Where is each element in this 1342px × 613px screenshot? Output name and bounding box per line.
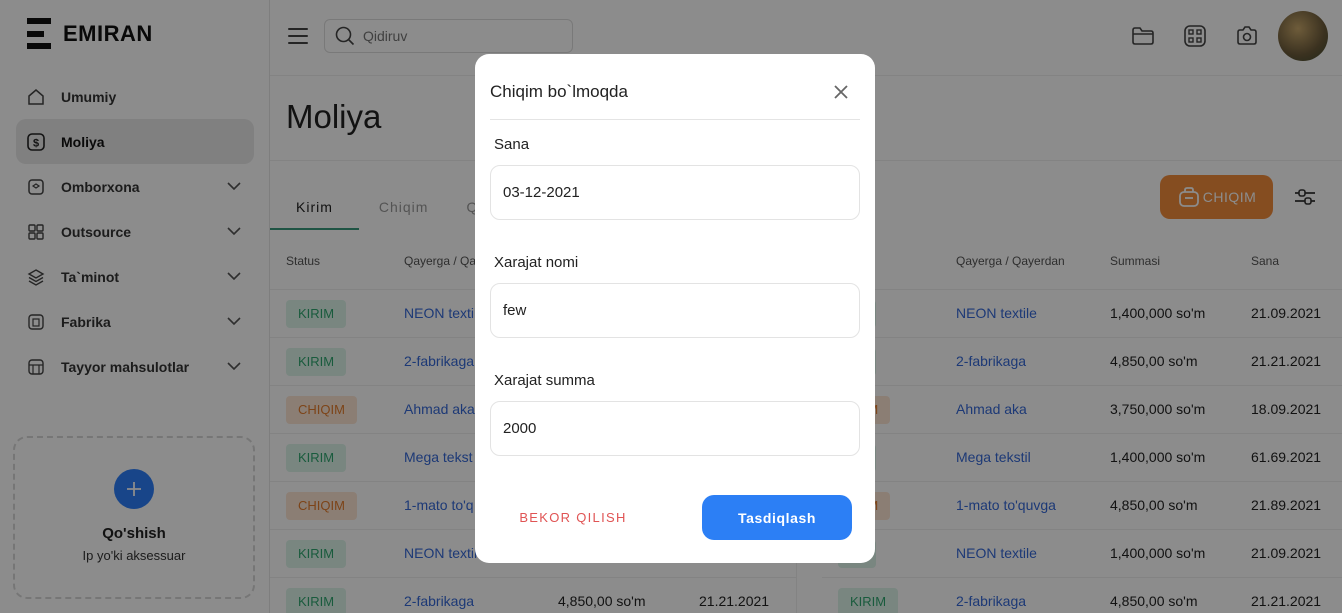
expense-amount-label: Xarajat summa xyxy=(494,372,595,389)
modal-title: Chiqim bo`lmoqda xyxy=(490,82,628,101)
date-field[interactable] xyxy=(490,165,860,220)
close-icon[interactable] xyxy=(832,83,850,101)
date-label: Sana xyxy=(494,136,530,153)
confirm-button[interactable]: Tasdiqlash xyxy=(702,495,852,540)
expense-name-label: Xarajat nomi xyxy=(494,254,579,271)
cancel-button[interactable]: BEKOR QILISH xyxy=(495,498,651,536)
divider xyxy=(490,119,860,120)
expense-amount-field[interactable] xyxy=(490,401,860,456)
expense-name-field[interactable] xyxy=(490,283,860,338)
expense-modal: Chiqim bo`lmoqda Sana Xarajat nomi Xaraj… xyxy=(475,54,875,563)
